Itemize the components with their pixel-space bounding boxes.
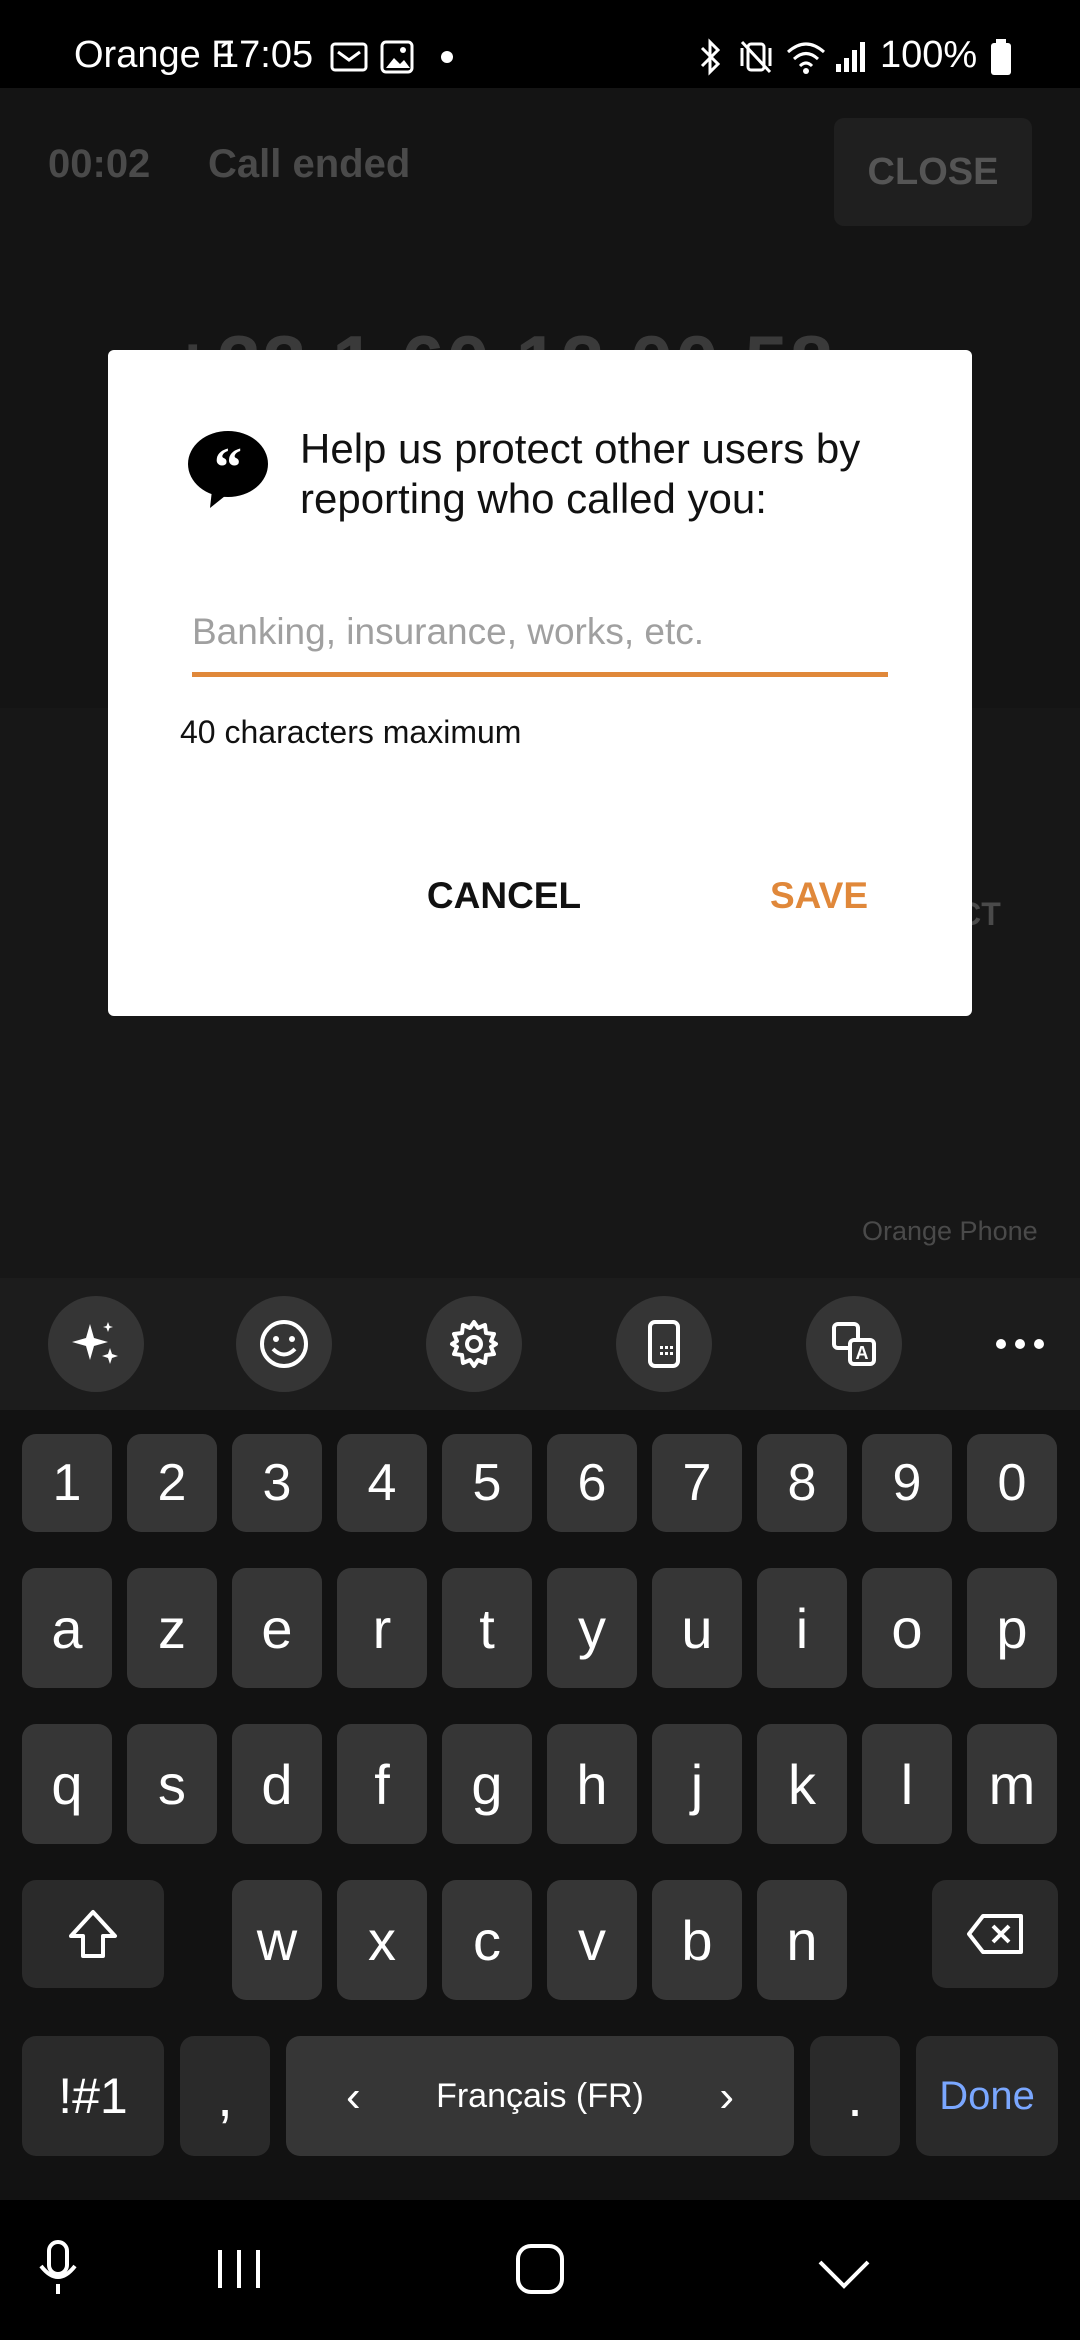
key-g[interactable]: g: [442, 1724, 532, 1844]
key-d[interactable]: d: [232, 1724, 322, 1844]
gallery-notification-icon: [380, 40, 414, 74]
svg-text:A: A: [856, 1343, 869, 1363]
call-timer: 00:02: [48, 142, 151, 186]
close-button[interactable]: CLOSE: [834, 118, 1032, 226]
key-6[interactable]: 6: [547, 1434, 637, 1532]
key-u[interactable]: u: [652, 1568, 742, 1688]
space-key-label: Français (FR): [436, 2076, 644, 2115]
key-o[interactable]: o: [862, 1568, 952, 1688]
key-5[interactable]: 5: [442, 1434, 532, 1532]
done-key[interactable]: Done: [916, 2036, 1058, 2156]
sparkle-icon[interactable]: [48, 1296, 144, 1392]
call-status: Call ended: [208, 142, 411, 186]
key-9[interactable]: 9: [862, 1434, 952, 1532]
key-m[interactable]: m: [967, 1724, 1057, 1844]
key-r[interactable]: r: [337, 1568, 427, 1688]
comma-key[interactable]: ,: [180, 2036, 270, 2156]
carrier-label: Orange F: [74, 34, 235, 76]
recent-apps-icon[interactable]: [214, 2246, 264, 2292]
signal-icon: [836, 42, 865, 72]
hide-keyboard-icon[interactable]: [816, 2258, 872, 2290]
vibrate-mute-icon: [740, 40, 772, 74]
key-0[interactable]: 0: [967, 1434, 1057, 1532]
svg-text:“: “: [214, 437, 242, 499]
key-3[interactable]: 3: [232, 1434, 322, 1532]
key-x[interactable]: x: [337, 1880, 427, 2000]
bluetooth-icon: [700, 38, 721, 76]
voicemail-notification-icon: [330, 42, 368, 72]
emoji-icon[interactable]: [236, 1296, 332, 1392]
key-v[interactable]: v: [547, 1880, 637, 2000]
key-w[interactable]: w: [232, 1880, 322, 2000]
chevron-left-icon: ‹: [346, 2072, 361, 2121]
app-footer: Orange Phone: [862, 1216, 1038, 1246]
key-i[interactable]: i: [757, 1568, 847, 1688]
key-k[interactable]: k: [757, 1724, 847, 1844]
symbols-key[interactable]: !#1: [22, 2036, 164, 2156]
keyboard-toolbar: [0, 1278, 1080, 1410]
battery-level: 100%: [880, 34, 978, 76]
key-j[interactable]: j: [652, 1724, 742, 1844]
status-bar: Orange F 17:05 100%: [0, 0, 1080, 88]
key-s[interactable]: s: [127, 1724, 217, 1844]
caller-category-input[interactable]: [192, 592, 888, 677]
navigation-bar: [0, 2200, 1080, 2340]
shift-key[interactable]: [22, 1880, 164, 1988]
key-p[interactable]: p: [967, 1568, 1057, 1688]
cancel-button[interactable]: CANCEL: [404, 860, 604, 932]
key-z[interactable]: z: [127, 1568, 217, 1688]
key-e[interactable]: e: [232, 1568, 322, 1688]
translate-icon[interactable]: A: [806, 1296, 902, 1392]
battery-icon: [991, 39, 1011, 75]
key-c[interactable]: c: [442, 1880, 532, 2000]
key-f[interactable]: f: [337, 1724, 427, 1844]
key-a[interactable]: a: [22, 1568, 112, 1688]
key-1[interactable]: 1: [22, 1434, 112, 1532]
key-q[interactable]: q: [22, 1724, 112, 1844]
key-b[interactable]: b: [652, 1880, 742, 2000]
character-limit-hint: 40 characters maximum: [180, 714, 522, 750]
quote-bubble-icon: “: [188, 431, 268, 508]
key-h[interactable]: h: [547, 1724, 637, 1844]
settings-icon[interactable]: [426, 1296, 522, 1392]
key-l[interactable]: l: [862, 1724, 952, 1844]
dialog-title: Help us protect other users by reporting…: [300, 425, 861, 522]
key-8[interactable]: 8: [757, 1434, 847, 1532]
save-button[interactable]: SAVE: [740, 860, 898, 932]
chevron-right-icon: ›: [719, 2072, 734, 2121]
home-icon[interactable]: [514, 2242, 566, 2296]
key-y[interactable]: y: [547, 1568, 637, 1688]
key-n[interactable]: n: [757, 1880, 847, 2000]
notification-dot-icon: [441, 51, 453, 63]
period-key[interactable]: .: [810, 2036, 900, 2156]
key-2[interactable]: 2: [127, 1434, 217, 1532]
key-4[interactable]: 4: [337, 1434, 427, 1532]
clock: 17:05: [218, 34, 314, 76]
microphone-icon[interactable]: [36, 2238, 80, 2298]
more-icon[interactable]: [990, 1316, 1050, 1372]
backspace-key[interactable]: [932, 1880, 1058, 1988]
key-t[interactable]: t: [442, 1568, 532, 1688]
space-key[interactable]: ‹ Français (FR) ›: [286, 2036, 794, 2156]
keyboard-layout-icon[interactable]: [616, 1296, 712, 1392]
wifi-icon: [787, 42, 825, 74]
key-7[interactable]: 7: [652, 1434, 742, 1532]
